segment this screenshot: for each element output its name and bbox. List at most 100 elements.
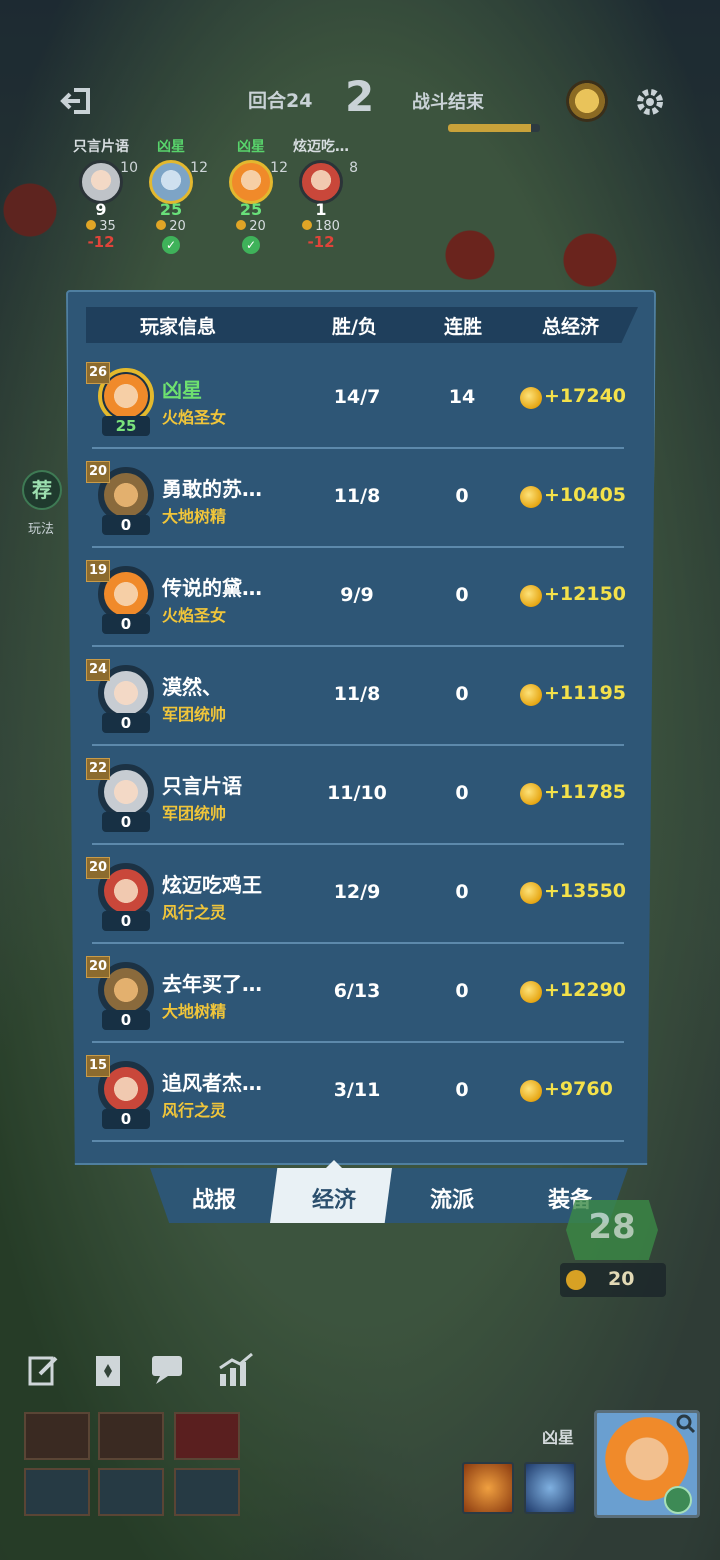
player-level-badge: 26 xyxy=(86,362,110,384)
win-loss: 14/7 xyxy=(333,386,381,408)
win-streak: 0 xyxy=(455,980,469,1002)
tab-economy[interactable]: 经济 xyxy=(294,1182,374,1214)
table-row[interactable]: 22 0 只言片语 军团统帅 11/10 0 +11785 xyxy=(86,746,627,845)
player-level-badge: 20 xyxy=(86,956,110,978)
player-name: 传说的黛… xyxy=(162,576,262,600)
player-name: 炫迈吃鸡王 xyxy=(162,873,262,897)
avatar xyxy=(299,160,343,204)
player-level-badge: 22 xyxy=(86,758,110,780)
hero-name: 军团统帅 xyxy=(162,705,227,724)
exit-icon[interactable] xyxy=(60,84,94,118)
top-player-name: 炫迈吃… xyxy=(293,139,349,155)
total-economy: +10405 xyxy=(544,484,627,506)
stats-icon[interactable] xyxy=(216,1352,253,1388)
gold-coin-icon xyxy=(520,783,542,805)
total-economy: +13550 xyxy=(544,880,627,902)
battle-progress-fill xyxy=(448,124,531,132)
player-level-badge: 15 xyxy=(86,1055,110,1077)
total-economy: +12290 xyxy=(544,979,627,1001)
player-level-badge: 24 xyxy=(86,659,110,681)
top-player-hp-delta: -12 xyxy=(307,233,335,251)
avatar xyxy=(79,160,123,204)
battle-progress-bar xyxy=(448,124,540,132)
round-label: 回合24 xyxy=(248,90,313,112)
win-loss: 11/8 xyxy=(333,683,381,705)
hero-name: 风行之灵 xyxy=(162,1101,227,1120)
coin-emblem-icon[interactable] xyxy=(566,80,608,122)
win-loss: 3/11 xyxy=(333,1079,381,1101)
item-slot-4[interactable] xyxy=(24,1468,90,1516)
card-icon[interactable] xyxy=(90,1352,126,1388)
check-icon: ✓ xyxy=(242,236,260,254)
player-name: 追风者杰… xyxy=(162,1071,262,1095)
player-level-badge: 20 xyxy=(86,857,110,879)
table-row[interactable]: 19 0 传说的黛… 火焰圣女 9/9 0 +12150 xyxy=(86,548,627,647)
gold-coin-icon xyxy=(520,882,542,904)
gameplay-label: 玩法 xyxy=(28,522,55,537)
gold-coin-icon xyxy=(520,387,542,409)
gear-icon[interactable] xyxy=(632,84,668,120)
item-slot-1[interactable] xyxy=(24,1412,90,1460)
table-row[interactable]: 20 0 勇敢的苏… 大地树精 11/8 0 +10405 xyxy=(86,449,627,548)
avatar xyxy=(149,160,193,204)
hero-name: 大地树精 xyxy=(162,507,227,526)
battle-status: 战斗结束 xyxy=(412,92,484,113)
gold-coin-icon xyxy=(520,684,542,706)
top-player-4[interactable]: 炫迈吃… 8 1 180 -12 xyxy=(276,136,366,250)
player-hp: 0 xyxy=(102,515,150,535)
player-hp: 0 xyxy=(102,1109,150,1129)
top-player-gold: 180 xyxy=(276,219,366,234)
win-streak: 0 xyxy=(455,881,469,903)
search-icon[interactable] xyxy=(676,1414,696,1434)
table-row[interactable]: 20 0 去年买了… 大地树精 6/13 0 +12290 xyxy=(86,944,627,1043)
item-slot-5[interactable] xyxy=(98,1468,164,1516)
total-economy: +11195 xyxy=(544,682,627,704)
top-player-level: 8 xyxy=(349,160,358,176)
hero-name: 火焰圣女 xyxy=(162,408,227,427)
table-row[interactable]: 26 25 凶星 火焰圣女 14/7 14 +17240 xyxy=(86,350,626,449)
selected-player-name: 凶星 xyxy=(542,1428,575,1447)
player-level-hex: 28 xyxy=(566,1200,658,1260)
table-row[interactable]: 20 0 炫迈吃鸡王 风行之灵 12/9 0 +13550 xyxy=(86,845,627,944)
tab-builds[interactable]: 流派 xyxy=(412,1182,492,1214)
item-slot-2[interactable] xyxy=(98,1412,164,1460)
win-loss: 9/9 xyxy=(340,584,374,606)
win-streak: 0 xyxy=(455,584,469,606)
top-player-2[interactable]: 凶星 12 25 20 ✓ xyxy=(126,136,216,254)
player-hp: 0 xyxy=(102,713,150,733)
player-hp: 0 xyxy=(102,1010,150,1030)
item-slot-3[interactable] xyxy=(174,1412,240,1460)
player-name: 勇敢的苏… xyxy=(162,477,262,501)
chat-icon[interactable] xyxy=(150,1352,186,1388)
top-player-hp: 1 xyxy=(315,200,327,219)
total-economy: +12150 xyxy=(544,583,627,605)
gold-amount: 20 xyxy=(608,1268,635,1290)
avatar xyxy=(229,160,273,204)
table-row[interactable]: 15 0 追风者杰… 风行之灵 3/11 0 +9760 xyxy=(86,1043,624,1142)
top-player-hp: 25 xyxy=(159,200,183,219)
top-player-gold: 20 xyxy=(126,219,216,234)
tab-pointer xyxy=(326,1160,342,1168)
item-slot-6[interactable] xyxy=(174,1468,240,1516)
player-hp: 0 xyxy=(102,614,150,634)
table-row[interactable]: 24 0 漠然、 军团统帅 11/8 0 +11195 xyxy=(86,647,627,746)
player-hp: 0 xyxy=(102,812,150,832)
player-name: 只言片语 xyxy=(162,774,242,798)
total-economy: +9760 xyxy=(544,1078,613,1100)
recommend-badge[interactable]: 荐 xyxy=(22,470,62,510)
total-economy: +11785 xyxy=(544,781,627,803)
skill-fire-icon[interactable] xyxy=(462,1462,514,1514)
header-player-info: 玩家信息 xyxy=(140,316,217,338)
header-economy: 总经济 xyxy=(542,316,600,338)
skill-sword-icon[interactable] xyxy=(524,1462,576,1514)
win-streak: 0 xyxy=(455,485,469,507)
gold-counter: 20 xyxy=(560,1263,666,1297)
player-level-badge: 19 xyxy=(86,560,110,582)
hero-name: 大地树精 xyxy=(162,1002,227,1021)
player-name: 去年买了… xyxy=(162,972,262,996)
edit-icon[interactable] xyxy=(26,1352,62,1388)
tab-battle-report[interactable]: 战报 xyxy=(174,1182,254,1214)
player-level-badge: 20 xyxy=(86,461,110,483)
player-name: 凶星 xyxy=(162,378,202,402)
top-bar: 回合24 2 战斗结束 xyxy=(0,66,720,132)
